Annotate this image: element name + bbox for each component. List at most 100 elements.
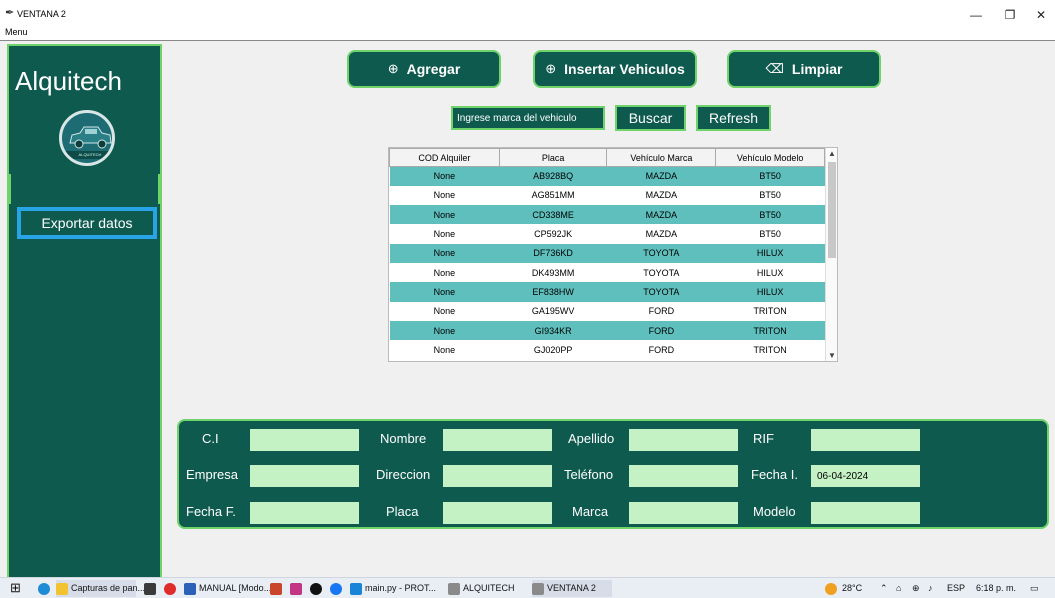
insert-vehicles-button[interactable]: ⊕ Insertar Vehiculos [533, 50, 697, 88]
column-header[interactable]: Vehículo Modelo [715, 148, 825, 167]
scroll-down-icon[interactable]: ▼ [828, 351, 836, 360]
network-icon[interactable]: ⌂ [896, 580, 901, 597]
placa-field[interactable] [443, 502, 552, 524]
folder-icon [56, 582, 68, 595]
cell: None [389, 243, 500, 263]
refresh-button[interactable]: Refresh [696, 105, 771, 131]
globe-icon[interactable]: ⊕ [912, 580, 920, 597]
temperature[interactable]: 28°C [842, 580, 862, 597]
table-row[interactable]: None DK493MM TOYOTA HILUX [390, 263, 825, 282]
app-area: Alquitech ALQUITECH Exportar datos ⊕ Agr… [0, 41, 1055, 580]
taskbar-opera-icon[interactable] [164, 580, 179, 597]
column-header[interactable]: COD Alquiler [389, 148, 500, 167]
cell: GA195WV [531, 306, 575, 317]
column-header[interactable]: Vehículo Marca [606, 148, 717, 167]
taskbar-instagram-icon[interactable] [290, 580, 305, 597]
cell: DK493MM [531, 267, 575, 278]
close-button[interactable]: ✕ [1031, 8, 1051, 22]
title-bar: ✒ VENTANA 2 — ❐ ✕ [0, 0, 1055, 27]
table-row[interactable]: None GA195WV FORD TRITON [390, 302, 825, 321]
taskbar-label: MANUAL [Modo... [199, 583, 272, 593]
modelo-field[interactable] [811, 502, 920, 524]
menu-item[interactable]: Menu [5, 27, 28, 37]
vscode-icon [350, 582, 362, 595]
maximize-button[interactable]: ❐ [1000, 8, 1020, 22]
taskbar-item-manual[interactable]: MANUAL [Modo... [184, 580, 271, 597]
telefono-field[interactable] [629, 465, 738, 487]
table-row[interactable]: None CP592JK MAZDA BT50 [390, 224, 825, 243]
sidebar: Alquitech ALQUITECH Exportar datos [7, 44, 162, 580]
ci-label: C.I [202, 431, 219, 446]
taskbar-label: ALQUITECH [463, 583, 515, 593]
column-header[interactable]: Placa [498, 148, 608, 167]
fecha-i-field[interactable] [811, 465, 920, 487]
sidebar-accent-right [158, 174, 162, 204]
table-row[interactable]: None EF838HW TOYOTA HILUX [389, 282, 825, 302]
cell: None [389, 166, 500, 186]
scroll-thumb[interactable] [828, 162, 836, 258]
start-grid-icon[interactable]: ⊞ [10, 580, 21, 597]
taskbar-item-vscode[interactable]: main.py - PROT... [350, 580, 439, 597]
marca-field[interactable] [629, 502, 738, 524]
add-button[interactable]: ⊕ Agregar [347, 50, 501, 88]
cell: BT50 [715, 166, 825, 186]
nombre-field[interactable] [443, 429, 552, 451]
taskbar-facebook-icon[interactable] [330, 580, 345, 597]
taskbar-item-captures[interactable]: Capturas de pan... [56, 580, 145, 597]
cell: AG851MM [531, 190, 575, 201]
direccion-field[interactable] [443, 465, 552, 487]
minimize-button[interactable]: — [966, 8, 986, 22]
table-row[interactable]: None GJ020PP FORD TRITON [390, 340, 825, 359]
ci-field[interactable] [250, 429, 359, 451]
feather-icon [448, 582, 460, 595]
clear-button[interactable]: ⌫ Limpiar [727, 50, 881, 88]
search-button[interactable]: Buscar [615, 105, 686, 131]
weather-icon[interactable] [825, 580, 840, 597]
empresa-field[interactable] [250, 465, 359, 487]
table-row[interactable]: None AG851MM MAZDA BT50 [390, 186, 825, 205]
fecha-f-field[interactable] [250, 502, 359, 524]
table-row[interactable]: None GI934KR FORD TRITON [389, 320, 825, 341]
language-indicator[interactable]: ESP [947, 580, 965, 597]
cell: MAZDA [645, 190, 678, 201]
taskbar-tiktok-icon[interactable] [310, 580, 325, 597]
taskbar-item-ventana2[interactable]: VENTANA 2 [532, 580, 612, 597]
cell: TRITON [715, 320, 825, 341]
cell: BT50 [759, 229, 781, 240]
insert-button-label: Insertar Vehiculos [564, 61, 685, 77]
taskbar-powerpoint-icon[interactable] [270, 580, 285, 597]
taskbar-item-alquitech[interactable]: ALQUITECH [448, 580, 526, 597]
menu-bar: Menu [0, 27, 1055, 39]
plus-circle-icon: ⊕ [545, 61, 557, 76]
cell: None [433, 229, 456, 240]
notifications-icon[interactable]: ▭ [1030, 580, 1039, 597]
cell: DF736KD [499, 243, 607, 263]
window-title: VENTANA 2 [17, 9, 66, 19]
cell: AB928BQ [499, 166, 607, 186]
table-row[interactable]: None CD338ME MAZDA BT50 [389, 205, 825, 225]
cell: MAZDA [606, 166, 716, 186]
volume-icon[interactable]: ♪ [928, 580, 933, 597]
cell: BT50 [759, 190, 781, 201]
clock[interactable]: 6:18 p. m. [976, 580, 1016, 597]
taskbar-store-icon[interactable] [144, 580, 159, 597]
taskbar-label: VENTANA 2 [547, 583, 596, 593]
apellido-field[interactable] [629, 429, 738, 451]
placa-label: Placa [386, 504, 419, 519]
taskbar-edge-icon[interactable] [38, 580, 53, 597]
table-scrollbar[interactable]: ▲ ▼ [825, 148, 837, 361]
cell: None [389, 320, 500, 341]
rif-field[interactable] [811, 429, 920, 451]
table-row[interactable]: None DF736KD TOYOTA HILUX [389, 243, 825, 263]
clear-button-label: Limpiar [791, 61, 843, 77]
logo-band: ALQUITECH [62, 151, 112, 159]
cell: CP592JK [534, 229, 573, 240]
tray-chevron-icon[interactable]: ⌃ [880, 580, 888, 597]
cell: FORD [648, 344, 675, 355]
vehicles-table[interactable]: COD Alquiler Placa Vehículo Marca Vehícu… [388, 147, 838, 362]
table-row[interactable]: None AB928BQ MAZDA BT50 [389, 166, 825, 186]
scroll-up-icon[interactable]: ▲ [828, 149, 836, 158]
brand-search-input[interactable] [451, 106, 605, 130]
export-data-button[interactable]: Exportar datos [17, 207, 157, 239]
cell: HILUX [756, 267, 784, 278]
